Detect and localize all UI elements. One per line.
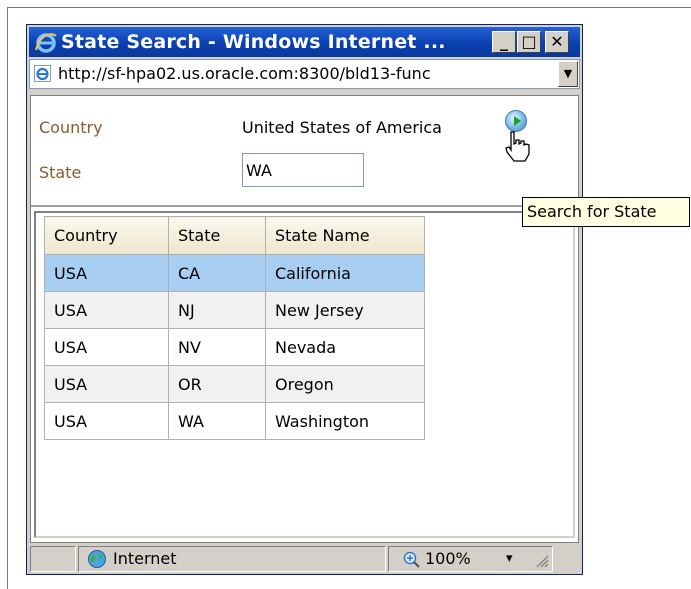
cell-country: USA xyxy=(44,291,169,329)
results-panel: Country State State Name USA CA Californ… xyxy=(34,211,575,538)
table-row[interactable]: USA WA Washington xyxy=(44,402,425,440)
state-input[interactable] xyxy=(242,153,364,187)
cell-state: CA xyxy=(168,254,266,292)
minimize-button[interactable]: _ xyxy=(492,31,516,53)
country-value: United States of America xyxy=(242,118,442,137)
hand-cursor-icon xyxy=(505,131,530,162)
search-tooltip: Search for State xyxy=(522,197,690,227)
close-icon: ✕ xyxy=(550,32,564,51)
search-button[interactable] xyxy=(505,110,527,132)
globe-icon xyxy=(88,550,106,568)
url-text[interactable]: http://sf-hpa02.us.oracle.com:8300/bld13… xyxy=(58,60,536,88)
cell-country: USA xyxy=(44,365,169,403)
window-title: State Search - Windows Internet ... xyxy=(61,31,446,53)
search-form: Country United States of America State xyxy=(31,96,578,207)
cell-state-name: Oregon xyxy=(265,365,425,403)
column-header-state[interactable]: State xyxy=(168,216,266,255)
cell-state: OR xyxy=(168,365,266,403)
table-row[interactable]: USA NV Nevada xyxy=(44,328,425,366)
address-bar[interactable]: http://sf-hpa02.us.oracle.com:8300/bld13… xyxy=(29,59,580,89)
cell-state-name: Nevada xyxy=(265,328,425,366)
chevron-down-icon: ▼ xyxy=(563,67,573,80)
cell-country: USA xyxy=(44,254,169,292)
page-content: Country United States of America State C… xyxy=(30,95,579,543)
zoom-icon xyxy=(403,551,420,568)
cell-state: WA xyxy=(168,402,266,440)
ie-page-icon xyxy=(34,65,51,82)
column-header-country[interactable]: Country xyxy=(44,216,169,255)
zoom-control[interactable]: 100% ▾ xyxy=(388,546,553,572)
results-table: Country State State Name USA CA Californ… xyxy=(44,216,425,440)
zoom-dropdown-icon[interactable]: ▾ xyxy=(506,547,513,571)
table-header-row: Country State State Name xyxy=(44,216,425,255)
browser-window: State Search - Windows Internet ... _ □ … xyxy=(26,24,583,575)
title-bar[interactable]: State Search - Windows Internet ... _ □ … xyxy=(29,27,580,57)
zone-label: Internet xyxy=(113,549,177,568)
table-row[interactable]: USA NJ New Jersey xyxy=(44,291,425,329)
minimize-icon: _ xyxy=(500,32,508,51)
maximize-icon: □ xyxy=(521,32,537,51)
address-dropdown-button[interactable]: ▼ xyxy=(558,61,578,87)
cell-country: USA xyxy=(44,328,169,366)
zoom-level: 100% xyxy=(425,549,471,568)
close-button[interactable]: ✕ xyxy=(545,31,569,53)
status-pane-blank xyxy=(30,546,76,572)
table-row[interactable]: USA OR Oregon xyxy=(44,365,425,403)
resize-grip-icon[interactable] xyxy=(535,554,549,568)
cell-state: NV xyxy=(168,328,266,366)
security-zone-pane[interactable]: Internet xyxy=(78,546,386,572)
column-header-state-name[interactable]: State Name xyxy=(265,216,425,255)
cell-state-name: New Jersey xyxy=(265,291,425,329)
cell-state: NJ xyxy=(168,291,266,329)
state-label: State xyxy=(39,163,82,182)
cell-state-name: California xyxy=(265,254,425,292)
table-row[interactable]: USA CA California xyxy=(44,254,425,292)
maximize-button[interactable]: □ xyxy=(517,31,541,53)
ie-logo-icon xyxy=(35,33,57,53)
status-bar: Internet 100% ▾ xyxy=(30,546,579,572)
cell-country: USA xyxy=(44,402,169,440)
country-label: Country xyxy=(39,118,103,137)
cell-state-name: Washington xyxy=(265,402,425,440)
search-go-icon xyxy=(514,116,521,126)
